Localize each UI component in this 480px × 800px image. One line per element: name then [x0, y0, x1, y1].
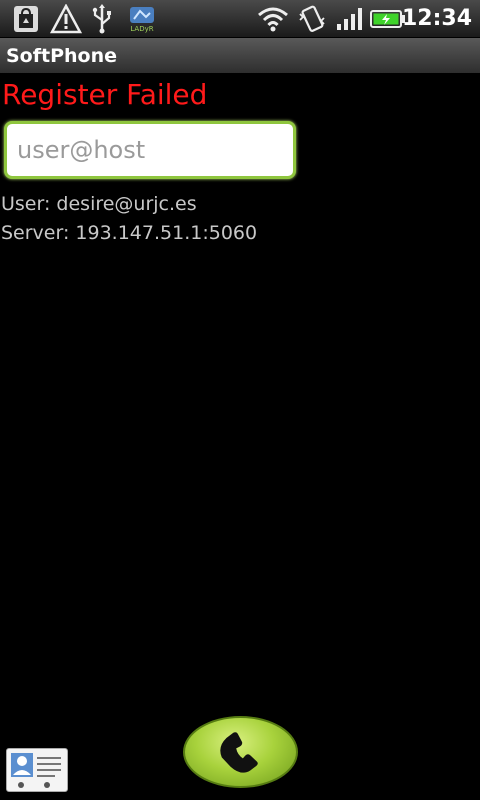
warning-icon: [50, 4, 82, 34]
contacts-button[interactable]: [6, 748, 68, 792]
phone-handset-icon: [211, 720, 271, 784]
server-info: Server: 193.147.51.1:5060: [1, 222, 258, 244]
app-badge-label: LADyR: [130, 25, 154, 33]
status-bar: LADyR 12:34: [0, 0, 480, 38]
usb-icon: [90, 4, 114, 34]
signal-icon: [335, 4, 365, 34]
vibrate-icon: [297, 4, 327, 34]
shopping-bag-icon: [10, 4, 42, 34]
app-title: SoftPhone: [6, 45, 118, 67]
contact-card-icon: [7, 753, 67, 795]
address-input[interactable]: [4, 121, 296, 179]
wifi-icon: [256, 4, 290, 34]
app-badge-icon: LADyR: [127, 4, 157, 34]
user-info: User: desire@urjc.es: [1, 193, 197, 215]
title-bar: SoftPhone: [0, 38, 480, 74]
clock: 12:34: [401, 6, 472, 31]
register-status-message: Register Failed: [2, 78, 208, 111]
battery-icon: [370, 4, 406, 34]
call-button[interactable]: [183, 716, 298, 788]
